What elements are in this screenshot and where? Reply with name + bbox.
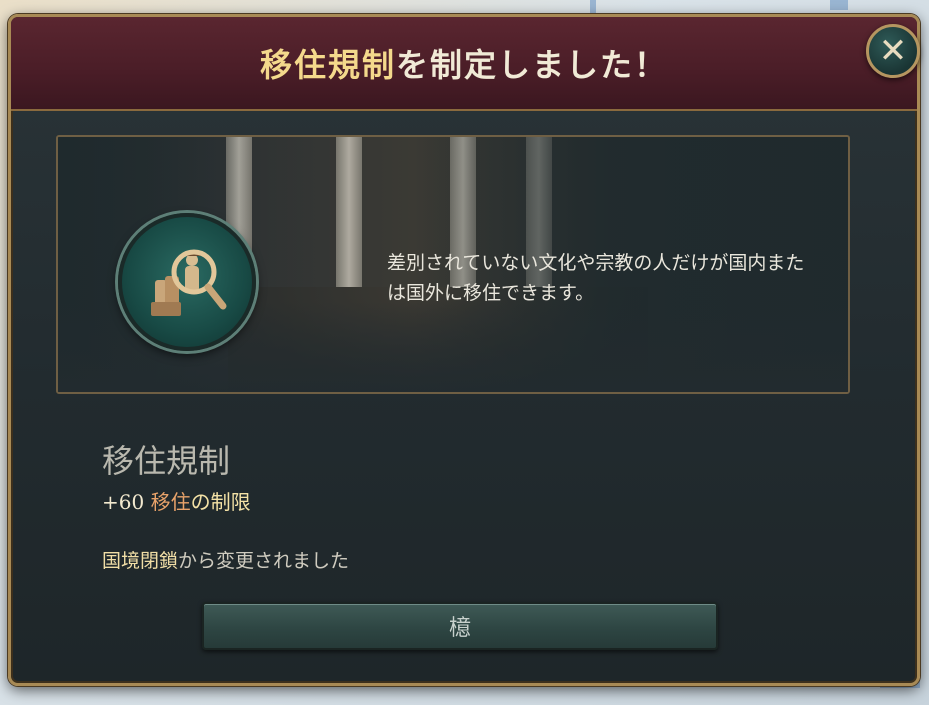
effect-keyword-migration[interactable]: 移住	[151, 490, 191, 514]
changed-suffix: から変更されました	[178, 550, 350, 572]
title-law-name: 移住規制	[259, 46, 396, 84]
close-button[interactable]: ✕	[866, 24, 920, 78]
previous-law-link[interactable]: 国境閉鎖	[102, 550, 178, 572]
law-name: 移住規制	[102, 442, 231, 480]
effect-keyword-restriction[interactable]: の制限	[191, 490, 251, 514]
confirm-button-label: 檍	[448, 616, 471, 641]
title-rest: を制定しました！	[396, 46, 669, 84]
magnifying-glass-immigrants-icon	[118, 213, 256, 351]
law-description: 差別されていない文化や宗教の人だけが国内または国外に移住できます。	[387, 252, 805, 304]
law-icon-graphic	[151, 249, 227, 316]
dialog-title: 移住規制を制定しました！	[260, 40, 668, 86]
map-border-line	[830, 0, 848, 10]
law-changed-note: 国境閉鎖から変更されました	[102, 546, 349, 573]
effect-amount: +60	[102, 490, 145, 514]
confirm-button[interactable]: 檍	[202, 602, 718, 650]
close-icon: ✕	[878, 31, 908, 71]
dialog-header: 移住規制を制定しました！	[11, 17, 917, 111]
map-border-line	[590, 0, 596, 14]
law-effect: +60 移住の制限	[102, 486, 251, 515]
